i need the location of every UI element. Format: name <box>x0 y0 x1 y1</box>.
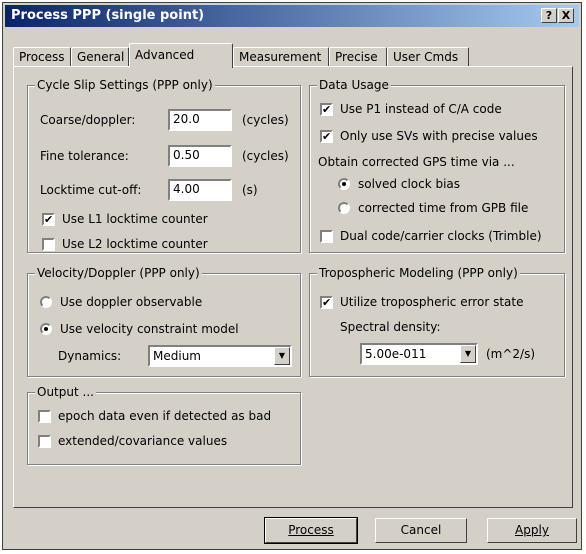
tab-user-cmds[interactable]: User Cmds <box>387 47 469 67</box>
p1-code-checkbox[interactable]: ✔ <box>320 103 333 116</box>
dialog-window: Process PPP (single point) ? X Process G… <box>2 2 582 550</box>
locktime-unit: (s) <box>242 183 258 197</box>
l1-locktime-checkbox[interactable]: ✔ <box>42 213 55 226</box>
tab-measurement[interactable]: Measurement <box>233 47 329 67</box>
title-bar: Process PPP (single point) ? X <box>5 5 579 27</box>
tropo-title: Tropospheric Modeling (PPP only) <box>317 266 520 280</box>
spectral-density-select[interactable]: 5.00e-011 ▼ <box>360 343 478 365</box>
dynamics-select[interactable]: Medium ▼ <box>148 345 292 367</box>
solved-clock-radio[interactable] <box>338 178 350 190</box>
process-button[interactable]: Process <box>264 517 358 544</box>
window-title: Process PPP (single point) <box>11 8 205 23</box>
coarse-unit: (cycles) <box>242 113 289 127</box>
extended-values-label: extended/covariance values <box>58 434 228 448</box>
locktime-cutoff-input[interactable]: 4.00 <box>168 179 232 201</box>
fine-tolerance-input[interactable]: 0.50 <box>168 145 232 167</box>
output-title: Output ... <box>35 385 96 399</box>
spectral-unit: (m^2/s) <box>486 347 536 361</box>
fine-unit: (cycles) <box>242 149 289 163</box>
l2-locktime-label: Use L2 locktime counter <box>62 237 208 251</box>
velocity-group: Velocity/Doppler (PPP only) Use doppler … <box>27 266 301 377</box>
dynamics-value: Medium <box>153 349 201 363</box>
epoch-data-label: epoch data even if detected as bad <box>58 409 272 423</box>
output-group: Output ... epoch data even if detected a… <box>27 385 301 465</box>
process-label: Process <box>288 523 334 537</box>
l2-locktime-checkbox[interactable] <box>42 238 55 251</box>
help-button[interactable]: ? <box>541 8 557 23</box>
spectral-label: Spectral density: <box>340 320 441 334</box>
spectral-value: 5.00e-011 <box>365 347 427 361</box>
gpb-file-radio[interactable] <box>338 202 350 214</box>
dynamics-label: Dynamics: <box>58 349 122 363</box>
gps-time-label: Obtain corrected GPS time via ... <box>318 155 515 169</box>
data-usage-group: Data Usage ✔ Use P1 instead of C/A code … <box>309 78 565 253</box>
coarse-label: Coarse/doppler: <box>40 113 136 127</box>
tropo-state-checkbox[interactable]: ✔ <box>320 296 333 309</box>
doppler-radio[interactable] <box>40 296 52 308</box>
data-usage-title: Data Usage <box>317 78 391 92</box>
close-button[interactable]: X <box>558 8 574 23</box>
tab-general[interactable]: General <box>71 47 129 67</box>
solved-clock-label: solved clock bias <box>358 177 461 191</box>
cycle-slip-title: Cycle Slip Settings (PPP only) <box>35 78 215 92</box>
tab-process[interactable]: Process <box>13 47 71 67</box>
tropo-state-label: Utilize tropospheric error state <box>340 295 524 309</box>
apply-label: Apply <box>515 523 549 537</box>
dual-clocks-checkbox[interactable] <box>320 230 333 243</box>
cycle-slip-group: Cycle Slip Settings (PPP only) Coarse/do… <box>27 78 301 253</box>
chevron-down-icon[interactable]: ▼ <box>274 347 290 365</box>
doppler-label: Use doppler observable <box>60 295 203 309</box>
tab-precise[interactable]: Precise <box>329 47 387 67</box>
dual-clocks-label: Dual code/carrier clocks (Trimble) <box>340 229 542 243</box>
gpb-file-label: corrected time from GPB file <box>358 201 529 215</box>
fine-label: Fine tolerance: <box>40 149 129 163</box>
precise-svs-checkbox[interactable]: ✔ <box>320 130 333 143</box>
chevron-down-icon[interactable]: ▼ <box>460 345 476 363</box>
tropo-group: Tropospheric Modeling (PPP only) ✔ Utili… <box>309 266 565 377</box>
p1-code-label: Use P1 instead of C/A code <box>340 102 502 116</box>
coarse-doppler-input[interactable]: 20.0 <box>168 109 232 131</box>
velocity-constraint-label: Use velocity constraint model <box>60 322 239 336</box>
tab-advanced[interactable]: Advanced <box>129 43 233 68</box>
cancel-button[interactable]: Cancel <box>375 518 467 543</box>
epoch-data-checkbox[interactable] <box>38 410 51 423</box>
velocity-title: Velocity/Doppler (PPP only) <box>35 266 202 280</box>
apply-button[interactable]: Apply <box>487 518 577 543</box>
extended-values-checkbox[interactable] <box>38 435 51 448</box>
locktime-label: Locktime cut-off: <box>40 183 142 197</box>
l1-locktime-label: Use L1 locktime counter <box>62 212 208 226</box>
velocity-constraint-radio[interactable] <box>40 323 52 335</box>
precise-svs-label: Only use SVs with precise values <box>340 129 538 143</box>
